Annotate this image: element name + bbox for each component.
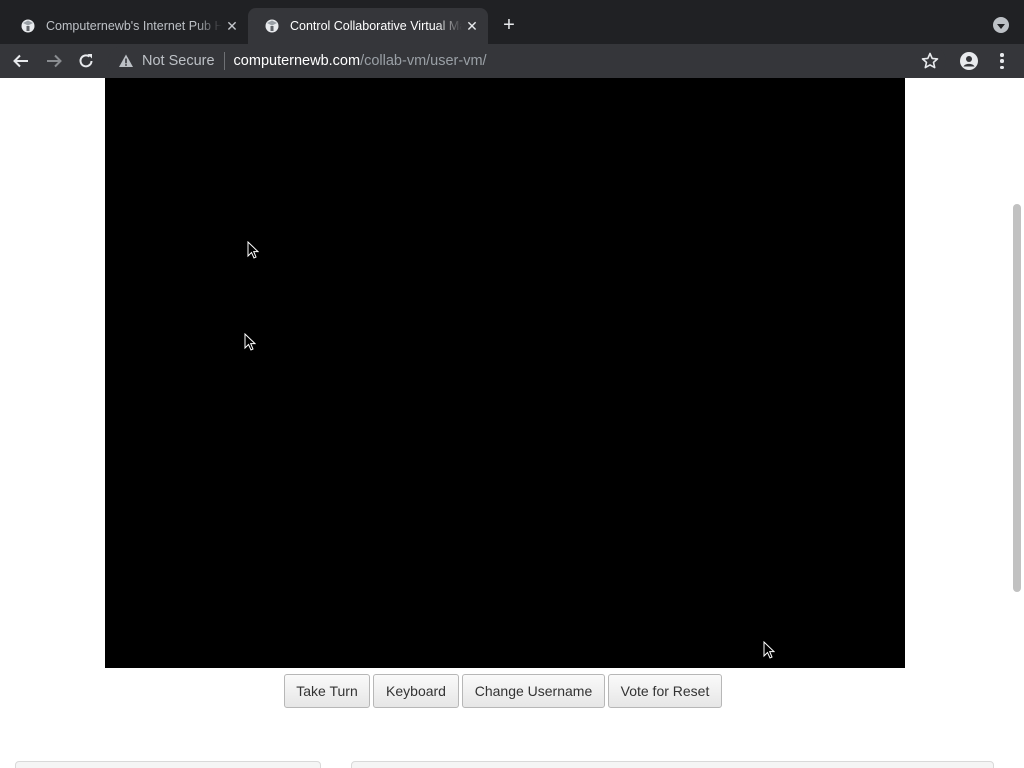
keyboard-button[interactable]: Keyboard: [373, 674, 459, 708]
users-panel-header: [15, 761, 321, 768]
url-path: /collab-vm/user-vm/: [360, 53, 487, 69]
scrollbar-thumb[interactable]: [1013, 204, 1021, 592]
warning-triangle-icon: [119, 54, 133, 67]
tab-search-icon[interactable]: [993, 17, 1009, 33]
page-scrollbar[interactable]: [1010, 78, 1024, 768]
chat-panel-header: [351, 761, 994, 768]
reload-icon[interactable]: [73, 48, 99, 74]
browser-menu-kebab-icon[interactable]: [994, 51, 1010, 71]
profile-avatar-icon[interactable]: [960, 52, 978, 70]
change-username-button[interactable]: Change Username: [462, 674, 605, 708]
vote-for-reset-button[interactable]: Vote for Reset: [608, 674, 722, 708]
site-favicon-icon: [21, 19, 35, 33]
site-favicon-icon: [265, 19, 279, 33]
browser-tab-internet-pub-hub[interactable]: Computernewb's Internet Pub Hub ✕: [4, 8, 248, 44]
vm-display-screen[interactable]: [105, 78, 905, 668]
vm-control-buttons: Take Turn Keyboard Change Username Vote …: [284, 674, 722, 708]
take-turn-button[interactable]: Take Turn: [284, 674, 370, 708]
browser-tabstrip: Computernewb's Internet Pub Hub ✕ Contro…: [0, 0, 1024, 44]
url-host: computernewb.com: [233, 53, 361, 69]
bookmark-star-icon[interactable]: [920, 51, 940, 71]
address-separator: [223, 52, 225, 70]
vm-mouse-cursor-icon: [763, 641, 775, 659]
close-tab-icon[interactable]: ✕: [462, 16, 482, 36]
security-status-label[interactable]: Not Secure: [142, 53, 215, 69]
tab-title: Computernewb's Internet Pub Hub: [46, 19, 222, 33]
tab-title: Control Collaborative Virtual Machines: [290, 19, 462, 33]
page-content: Take Turn Keyboard Change Username Vote …: [0, 78, 1024, 768]
vm-mouse-cursor-icon: [247, 241, 259, 259]
address-bar[interactable]: Not Secure computernewb.com /collab-vm/u…: [108, 46, 946, 76]
browser-tab-control-collab-vm[interactable]: Control Collaborative Virtual Machines ✕: [248, 8, 488, 44]
back-arrow-icon[interactable]: [8, 48, 34, 74]
browser-toolbar: Not Secure computernewb.com /collab-vm/u…: [0, 44, 1024, 78]
new-tab-plus-icon[interactable]: +: [498, 14, 520, 36]
vm-mouse-cursor-icon: [244, 333, 256, 351]
close-tab-icon[interactable]: ✕: [222, 16, 242, 36]
forward-arrow-icon[interactable]: [41, 48, 67, 74]
